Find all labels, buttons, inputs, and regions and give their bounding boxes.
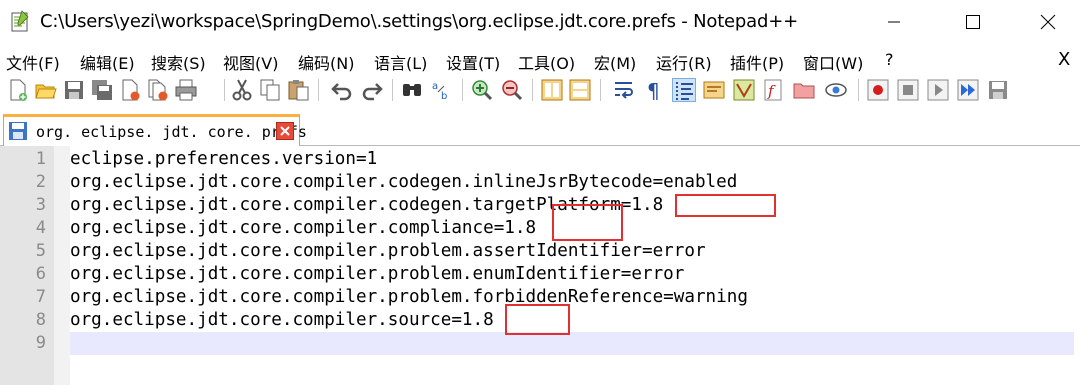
play-macro-icon[interactable] (926, 78, 950, 102)
toolbar-separator (532, 79, 533, 101)
line-number-gutter: 1 2 3 4 5 6 7 8 9 (0, 146, 54, 385)
word-wrap-icon[interactable] (612, 78, 636, 102)
menu-run[interactable]: 运行(R) (656, 50, 712, 74)
annotation-box-source (505, 304, 570, 335)
code-line[interactable]: org.eclipse.jdt.core.compiler.codegen.in… (70, 171, 737, 194)
code-line[interactable]: eclipse.preferences.version=1 (70, 148, 377, 171)
menu-encoding[interactable]: 编码(N) (298, 50, 354, 74)
toolbar-separator (462, 79, 463, 101)
saved-file-icon (8, 121, 28, 141)
menu-help[interactable]: ? (885, 50, 894, 69)
toolbar-separator (858, 79, 859, 101)
menu-macro[interactable]: 宏(M) (594, 50, 636, 74)
toolbar: ab ¶ f (0, 74, 1080, 106)
line-number: 4 (35, 218, 46, 238)
line-number: 9 (35, 333, 46, 353)
close-window-button[interactable] (1022, 0, 1074, 44)
toolbar-separator (224, 79, 225, 101)
close-document-button[interactable]: X (1058, 49, 1070, 70)
menu-window[interactable]: 窗口(W) (803, 50, 863, 74)
maximize-icon (966, 15, 980, 29)
show-all-characters-icon[interactable]: ¶ (642, 78, 666, 102)
function-list-icon[interactable]: f (762, 78, 786, 102)
window-title: C:\Users\yezi\workspace\SpringDemo\.sett… (40, 11, 798, 32)
copy-icon[interactable] (258, 78, 282, 102)
zoom-in-icon[interactable] (470, 78, 494, 102)
indent-guide-icon[interactable] (672, 78, 696, 102)
tab-close-icon[interactable] (276, 122, 294, 140)
close-icon[interactable] (118, 78, 142, 102)
new-file-icon[interactable] (6, 78, 30, 102)
tab-bar: org. eclipse. jdt. core. prefs (0, 106, 1080, 147)
line-number: 2 (35, 172, 46, 192)
menu-settings[interactable]: 设置(T) (446, 50, 500, 74)
editor-area[interactable]: 1 2 3 4 5 6 7 8 9 eclipse.preferences.ve… (0, 146, 1080, 385)
svg-text:a: a (432, 81, 438, 92)
tab-label: org. eclipse. jdt. core. prefs (36, 123, 307, 141)
close-icon (1040, 14, 1056, 30)
line-number: 3 (35, 195, 46, 215)
toolbar-separator (318, 79, 319, 101)
monitoring-icon[interactable] (824, 78, 848, 102)
open-file-icon[interactable] (34, 78, 58, 102)
svg-text:¶: ¶ (647, 79, 660, 102)
code-line[interactable]: org.eclipse.jdt.core.compiler.problem.fo… (70, 286, 748, 309)
menu-language[interactable]: 语言(L) (374, 50, 427, 74)
sync-vertical-icon[interactable] (540, 78, 564, 102)
line-number: 8 (35, 310, 46, 330)
find-icon[interactable] (400, 78, 424, 102)
minimize-button[interactable] (868, 0, 920, 44)
maximize-button[interactable] (947, 0, 999, 44)
menu-plugins[interactable]: 插件(P) (730, 50, 784, 74)
menu-edit[interactable]: 编辑(E) (80, 50, 135, 74)
undo-icon[interactable] (330, 78, 354, 102)
folder-workspace-icon[interactable] (792, 78, 816, 102)
stop-recording-icon[interactable] (896, 78, 920, 102)
svg-text:b: b (441, 91, 447, 102)
save-all-icon[interactable] (90, 78, 114, 102)
line-number: 5 (35, 241, 46, 261)
code-line[interactable]: org.eclipse.jdt.core.compiler.problem.en… (70, 263, 684, 286)
notepad-plus-plus-icon (10, 10, 30, 32)
replace-icon[interactable]: ab (430, 78, 454, 102)
tab-org-eclipse-jdt-core-prefs[interactable]: org. eclipse. jdt. core. prefs (3, 114, 307, 147)
record-macro-icon[interactable] (866, 78, 890, 102)
menu-search[interactable]: 搜索(S) (151, 50, 206, 74)
line-number: 1 (35, 149, 46, 169)
run-macro-multiple-icon[interactable] (956, 78, 980, 102)
menu-view[interactable]: 视图(V) (223, 50, 278, 74)
toolbar-separator (392, 79, 393, 101)
zoom-out-icon[interactable] (500, 78, 524, 102)
user-defined-language-icon[interactable] (702, 78, 726, 102)
save-macro-icon[interactable] (986, 78, 1010, 102)
print-icon[interactable] (174, 78, 198, 102)
document-map-icon[interactable] (732, 78, 756, 102)
menu-tools[interactable]: 工具(O) (518, 50, 575, 74)
title-bar: C:\Users\yezi\workspace\SpringDemo\.sett… (0, 0, 1080, 44)
save-icon[interactable] (62, 78, 86, 102)
line-number: 7 (35, 287, 46, 307)
cut-icon[interactable] (230, 78, 254, 102)
fold-margin (54, 146, 70, 385)
menu-bar: 文件(F) 编辑(E) 搜索(S) 视图(V) 编码(N) 语言(L) 设置(T… (0, 44, 1080, 74)
annotation-box-target-platform (675, 194, 776, 217)
sync-horizontal-icon[interactable] (568, 78, 592, 102)
code-line[interactable]: org.eclipse.jdt.core.compiler.problem.as… (70, 240, 706, 263)
annotation-box-compliance (552, 204, 623, 241)
code-line[interactable]: org.eclipse.jdt.core.compiler.source=1.8 (70, 309, 494, 332)
current-line-highlight (70, 332, 1074, 355)
menu-file[interactable]: 文件(F) (6, 50, 60, 74)
paste-icon[interactable] (286, 78, 310, 102)
minimize-icon (888, 21, 900, 23)
close-all-icon[interactable] (146, 78, 170, 102)
redo-icon[interactable] (360, 78, 384, 102)
line-number: 6 (35, 264, 46, 284)
toolbar-separator (600, 79, 601, 101)
code-line[interactable]: org.eclipse.jdt.core.compiler.compliance… (70, 217, 536, 240)
